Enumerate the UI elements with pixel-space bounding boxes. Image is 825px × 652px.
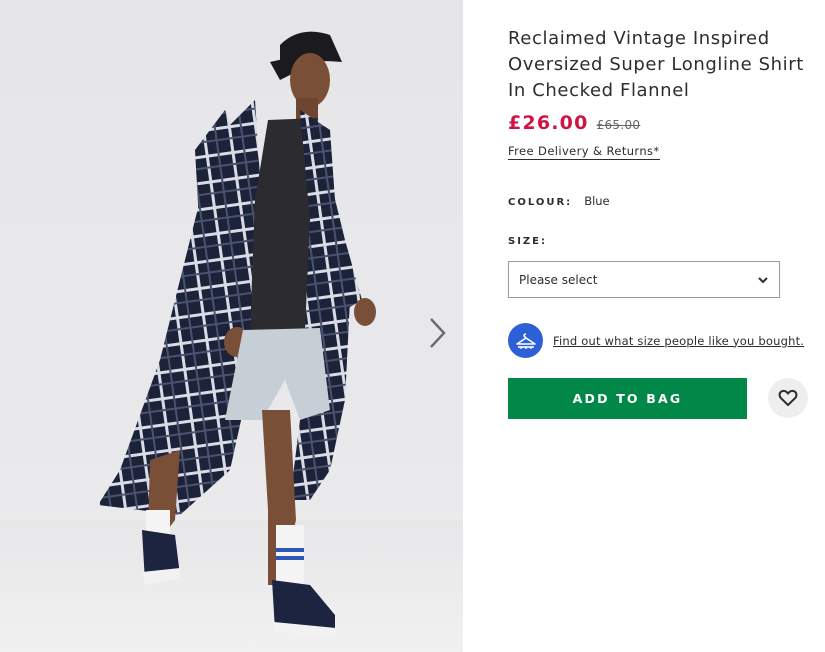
size-select[interactable]: Please select [508, 261, 780, 298]
colour-row: COLOUR: Blue [508, 194, 610, 208]
fit-assistant-badge[interactable] [508, 323, 543, 358]
colour-value: Blue [584, 194, 610, 208]
product-title: Reclaimed Vintage Inspired Oversized Sup… [508, 28, 804, 101]
add-to-bag-button[interactable]: ADD TO BAG [508, 378, 747, 419]
save-for-later-button[interactable] [768, 378, 808, 418]
fit-assistant-link[interactable]: Find out what size people like you bough… [553, 334, 804, 348]
chevron-right-icon [430, 318, 446, 348]
product-info-panel: Reclaimed Vintage Inspired Oversized Sup… [508, 0, 818, 652]
next-image-button[interactable] [424, 316, 450, 350]
price-row: £26.00 £65.00 [508, 112, 640, 134]
colour-label: COLOUR: [508, 197, 573, 208]
fit-assistant: Find out what size people like you bough… [508, 323, 804, 358]
heart-icon [778, 389, 798, 406]
chevron-down-icon [758, 277, 768, 284]
previous-price: £65.00 [596, 118, 641, 132]
product-image-gallery [0, 0, 463, 652]
product-photo [0, 31, 463, 652]
size-label: SIZE: [508, 236, 548, 247]
size-select-value: Please select [519, 272, 598, 287]
hanger-icon [515, 332, 536, 349]
free-delivery-link[interactable]: Free Delivery & Returns* [508, 144, 660, 160]
current-price: £26.00 [508, 112, 589, 134]
